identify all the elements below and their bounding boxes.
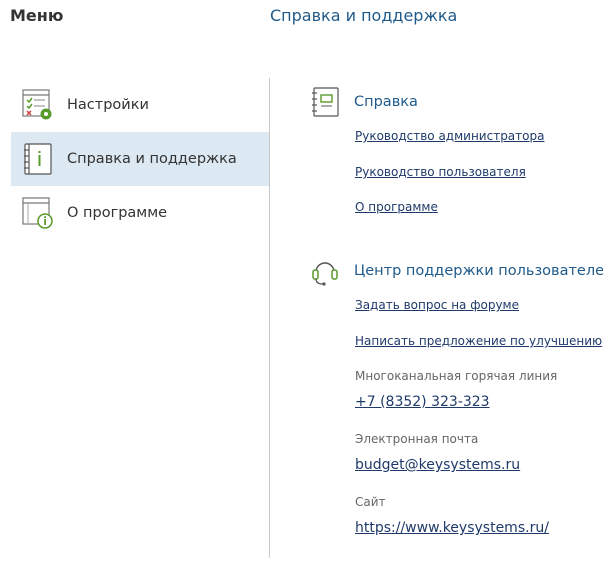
menu-title: Меню [10, 6, 64, 25]
vertical-divider [269, 78, 270, 558]
support-section-title: Центр поддержки пользователей [354, 263, 603, 279]
settings-icon [21, 88, 55, 122]
user-guide-link[interactable]: Руководство пользователя [355, 165, 526, 179]
site-link[interactable]: https://www.keysystems.ru/ [355, 520, 549, 536]
about-icon [21, 196, 55, 230]
email-label: Электронная почта [355, 432, 479, 446]
forum-question-link[interactable]: Задать вопрос на форуме [355, 298, 519, 312]
hotline-label: Многоканальная горячая линия [355, 369, 558, 383]
headset-icon [308, 254, 342, 288]
help-book-icon [21, 142, 55, 176]
help-section-header: Справка [308, 85, 418, 119]
help-section-title: Справка [354, 94, 418, 110]
sidebar-item-label: Справка и поддержка [67, 151, 237, 167]
about-link[interactable]: О программе [355, 200, 438, 214]
sidebar-item-label: О программе [67, 205, 168, 221]
email-link[interactable]: budget@keysystems.ru [355, 457, 520, 473]
support-section-header: Центр поддержки пользователей [308, 254, 603, 288]
sidebar-item-settings[interactable]: Настройки [11, 78, 269, 132]
site-label: Сайт [355, 495, 386, 509]
sidebar-item-help-support[interactable]: Справка и поддержка [11, 132, 269, 186]
page-title: Справка и поддержка [270, 6, 458, 25]
sidebar-item-about[interactable]: О программе [11, 186, 269, 240]
hotline-phone-link[interactable]: +7 (8352) 323-323 [355, 394, 490, 410]
admin-guide-link[interactable]: Руководство администратора [355, 129, 544, 143]
suggestion-link[interactable]: Написать предложение по улучшению [355, 334, 602, 348]
sidebar-item-label: Настройки [67, 97, 149, 113]
book-icon [308, 85, 342, 119]
